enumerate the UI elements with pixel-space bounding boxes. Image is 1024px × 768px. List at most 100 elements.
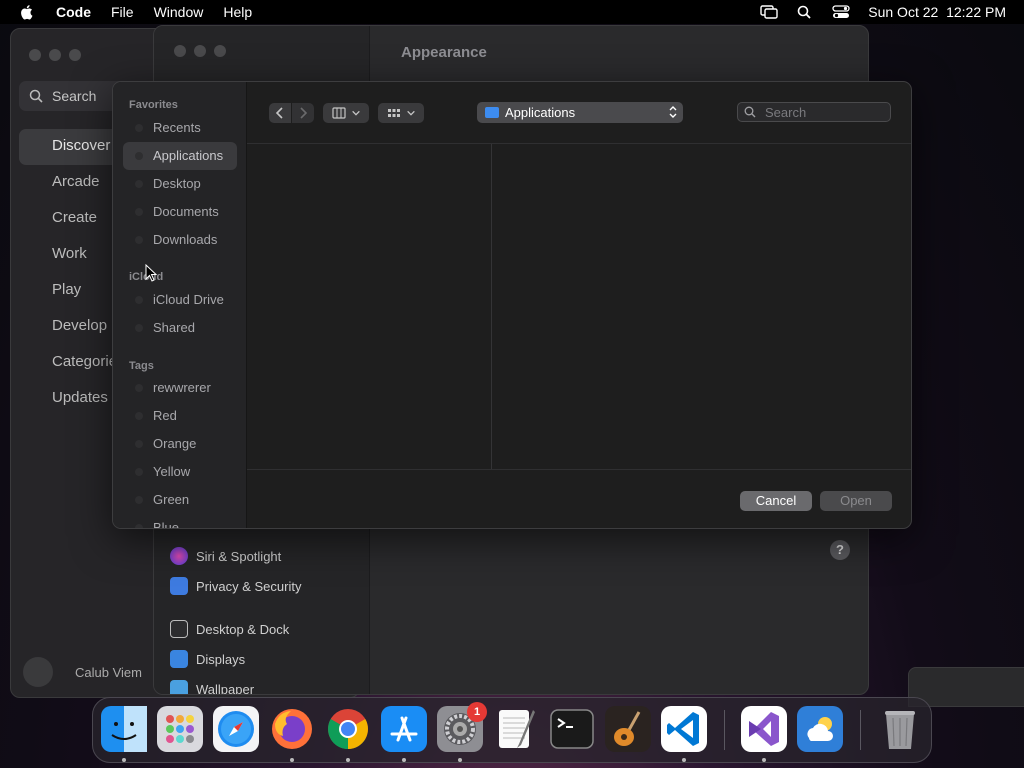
menu-app-name[interactable]: Code [56, 4, 91, 20]
tag-item[interactable]: Red [123, 402, 237, 430]
dock-textedit[interactable] [493, 706, 539, 752]
sidebar-item-desktop[interactable]: Desktop [123, 170, 237, 198]
sidebar-item-icloud-drive[interactable]: iCloud Drive [123, 286, 237, 314]
sidebar-item-downloads[interactable]: Downloads [123, 226, 237, 254]
dock-app-store[interactable] [381, 706, 427, 752]
running-indicator [290, 758, 294, 762]
dock-visual-studio[interactable] [741, 706, 787, 752]
dock-vscode[interactable] [661, 706, 707, 752]
close-window-button[interactable] [174, 45, 186, 57]
avatar [23, 657, 53, 687]
section-favorites: Favorites [129, 99, 178, 111]
notification-badge: 1 [467, 702, 487, 722]
file-browser[interactable] [247, 144, 911, 469]
finder-icon [101, 706, 147, 752]
tag-item[interactable]: Green [123, 486, 237, 514]
minimize-window-button[interactable] [49, 49, 61, 61]
menu-datetime[interactable]: Sun Oct 22 12:22 PM [868, 4, 1006, 20]
apple-menu-icon[interactable] [18, 3, 36, 21]
help-button[interactable]: ? [830, 540, 850, 560]
chevron-right-icon [300, 107, 308, 119]
dock-separator [724, 710, 725, 750]
sidebar-item-shared[interactable]: Shared [123, 314, 237, 342]
running-indicator [402, 758, 406, 762]
sidebar-item-wallpaper[interactable]: Wallpaper [170, 674, 301, 695]
dock-safari[interactable] [213, 706, 259, 752]
firefox-icon [272, 709, 312, 749]
terminal-icon [550, 709, 594, 749]
close-window-button[interactable] [29, 49, 41, 61]
back-button[interactable] [269, 103, 291, 123]
dialog-search-field[interactable]: Search [737, 102, 891, 122]
wallpaper-icon [170, 680, 188, 694]
clock-icon [135, 124, 143, 132]
view-mode-button[interactable] [323, 103, 369, 123]
window-controls [29, 49, 81, 61]
column-divider[interactable] [491, 144, 492, 469]
sidebar-item-privacy-security[interactable]: Privacy & Security [170, 571, 301, 601]
forward-button[interactable] [292, 103, 314, 123]
sidebar-item-displays[interactable]: Displays [170, 644, 301, 674]
app-store-icon [381, 706, 427, 752]
search-icon [29, 89, 43, 103]
dock-weather[interactable] [797, 706, 843, 752]
zoom-window-button[interactable] [214, 45, 226, 57]
settings-sidebar-list: Siri & Spotlight Privacy & Security Desk… [170, 541, 301, 695]
spotlight-search-icon[interactable] [796, 5, 814, 19]
tag-dot-icon [135, 412, 143, 420]
sidebar-item-applications[interactable]: Applications [123, 142, 237, 170]
search-placeholder: Search [765, 104, 807, 120]
location-popup[interactable]: Applications [477, 102, 683, 123]
menu-bar: Code File Window Help Sun Oct 22 12:22 P… [0, 0, 1024, 24]
minimize-window-button[interactable] [194, 45, 206, 57]
columns-view-icon [331, 107, 346, 119]
mouse-cursor-icon [145, 264, 157, 282]
guitar-icon [605, 706, 651, 752]
location-label: Applications [505, 105, 576, 120]
dock-firefox[interactable] [269, 706, 315, 752]
dock-launchpad[interactable] [157, 706, 203, 752]
tag-item[interactable]: Yellow [123, 458, 237, 486]
dock-terminal[interactable] [549, 706, 595, 752]
dock-garageband[interactable] [605, 706, 651, 752]
dialog-toolbar: Applications Search [247, 82, 911, 144]
textedit-icon [499, 710, 535, 748]
grid-view-icon [387, 109, 400, 117]
sidebar-item-recents[interactable]: Recents [123, 114, 237, 142]
download-icon [135, 236, 143, 244]
menu-window[interactable]: Window [154, 4, 204, 20]
sidebar-item-desktop-dock[interactable]: Desktop & Dock [170, 614, 301, 644]
tag-item[interactable]: Orange [123, 430, 237, 458]
settings-title: Appearance [401, 44, 487, 61]
cancel-button[interactable]: Cancel [740, 491, 812, 511]
menu-file[interactable]: File [111, 4, 134, 20]
search-label: Search [52, 88, 97, 104]
account-button[interactable]: Calub Viem [23, 657, 142, 687]
zoom-window-button[interactable] [69, 49, 81, 61]
tag-dot-icon [135, 440, 143, 448]
sidebar-item-label: Desktop & Dock [196, 621, 290, 637]
chevron-left-icon [275, 107, 283, 119]
dialog-footer: Cancel Open [247, 469, 911, 528]
tag-item[interactable]: Blue [123, 514, 237, 528]
menu-help[interactable]: Help [223, 4, 252, 20]
safari-icon [213, 706, 259, 752]
desktop-dock-icon [170, 620, 188, 638]
tag-item[interactable]: rewwrerer [123, 374, 237, 402]
settings-window-controls [174, 45, 226, 57]
sidebar-item-label: Displays [196, 651, 246, 667]
dock-separator [860, 710, 861, 750]
dock-trash[interactable] [877, 706, 923, 752]
section-tags: Tags [129, 360, 154, 372]
control-center-icon[interactable] [832, 5, 850, 19]
screen-mirroring-icon[interactable] [760, 5, 778, 19]
desktop-icon [135, 180, 143, 188]
group-by-button[interactable] [378, 103, 424, 123]
tag-dot-icon [135, 384, 143, 392]
sidebar-item-documents[interactable]: Documents [123, 198, 237, 226]
dock-finder[interactable] [101, 706, 147, 752]
dock-chrome[interactable] [325, 706, 371, 752]
sidebar-item-label: Wallpaper [196, 681, 255, 695]
open-button[interactable]: Open [820, 491, 892, 511]
sidebar-item-siri-spotlight[interactable]: Siri & Spotlight [170, 541, 301, 571]
